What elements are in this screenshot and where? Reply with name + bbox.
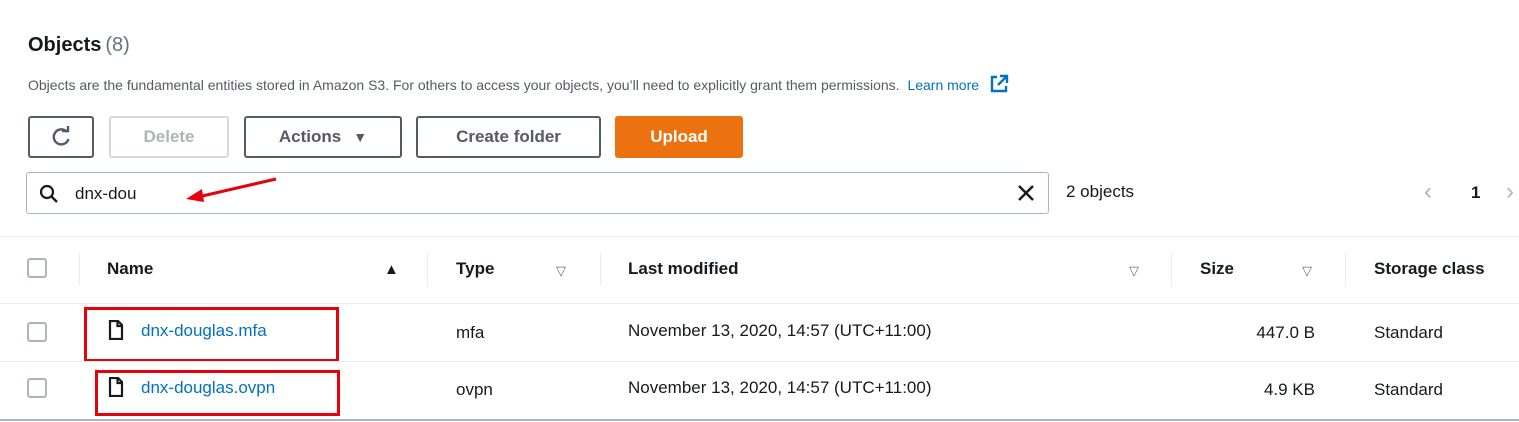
- pagination-current-page[interactable]: 1: [1471, 183, 1480, 203]
- object-size: 447.0 B: [1256, 323, 1315, 342]
- objects-header: Objects (8): [28, 34, 130, 57]
- actions-button-label: Actions: [278, 127, 342, 146]
- upload-button-label: Upload: [650, 127, 708, 146]
- annotation-highlight-box: [95, 370, 340, 416]
- description-text: Objects are the fundamental entities sto…: [28, 77, 900, 93]
- learn-more-link[interactable]: Learn more: [907, 77, 979, 93]
- object-size: 4.9 KB: [1263, 380, 1315, 399]
- page-title-text: Objects: [28, 34, 102, 56]
- create-folder-label: Create folder: [456, 127, 561, 146]
- objects-count: (8): [105, 34, 130, 56]
- create-folder-button[interactable]: Create folder: [416, 116, 601, 158]
- row-divider: [0, 361, 1519, 362]
- external-link-icon[interactable]: [989, 74, 1009, 94]
- object-type: ovpn: [456, 380, 493, 399]
- actions-button[interactable]: Actions ▼: [244, 116, 402, 158]
- pagination-next-icon[interactable]: ›: [1506, 178, 1514, 206]
- column-header-name[interactable]: Name: [107, 259, 153, 279]
- upload-button[interactable]: Upload: [615, 116, 743, 158]
- refresh-icon: [52, 126, 70, 146]
- page-title: Objects (8): [28, 34, 130, 56]
- column-divider: [79, 252, 80, 286]
- column-header-last-modified[interactable]: Last modified: [628, 259, 739, 279]
- column-divider: [1171, 252, 1172, 286]
- column-divider: [427, 252, 428, 286]
- row-checkbox[interactable]: [27, 378, 47, 398]
- column-header-size[interactable]: Size: [1200, 259, 1234, 279]
- sort-icon[interactable]: ▽: [1302, 263, 1312, 279]
- object-last-modified: November 13, 2020, 14:57 (UTC+11:00): [628, 321, 932, 340]
- caret-down-icon: ▼: [353, 129, 368, 145]
- column-divider: [1345, 252, 1346, 286]
- refresh-button[interactable]: [28, 116, 94, 158]
- object-last-modified: November 13, 2020, 14:57 (UTC+11:00): [628, 378, 932, 397]
- table-header-divider: [0, 303, 1519, 304]
- object-type: mfa: [456, 323, 485, 342]
- delete-button-label: Delete: [143, 127, 195, 146]
- annotation-arrow-icon: [186, 177, 277, 202]
- clear-search-icon[interactable]: [1014, 181, 1038, 205]
- sort-icon[interactable]: ▽: [556, 263, 566, 279]
- pagination-prev-icon[interactable]: ‹: [1424, 178, 1432, 206]
- object-storage-class: Standard: [1374, 380, 1443, 399]
- sort-ascending-icon[interactable]: ▲: [384, 261, 399, 278]
- objects-description: Objects are the fundamental entities sto…: [28, 74, 1009, 94]
- search-icon: [39, 184, 58, 203]
- column-header-type[interactable]: Type: [456, 259, 494, 279]
- sort-icon[interactable]: ▽: [1129, 263, 1139, 279]
- object-storage-class: Standard: [1374, 323, 1443, 342]
- table-top-divider: [0, 236, 1519, 237]
- search-result-count: 2 objects: [1066, 182, 1135, 201]
- column-header-storage-class[interactable]: Storage class: [1374, 259, 1485, 279]
- select-all-checkbox[interactable]: [27, 258, 47, 278]
- table-bottom-border: [0, 419, 1519, 421]
- annotation-highlight-box: [84, 307, 339, 362]
- search-value: dnx-dou: [75, 184, 137, 203]
- delete-button[interactable]: Delete: [109, 116, 229, 158]
- column-divider: [600, 252, 601, 286]
- row-checkbox[interactable]: [27, 322, 47, 342]
